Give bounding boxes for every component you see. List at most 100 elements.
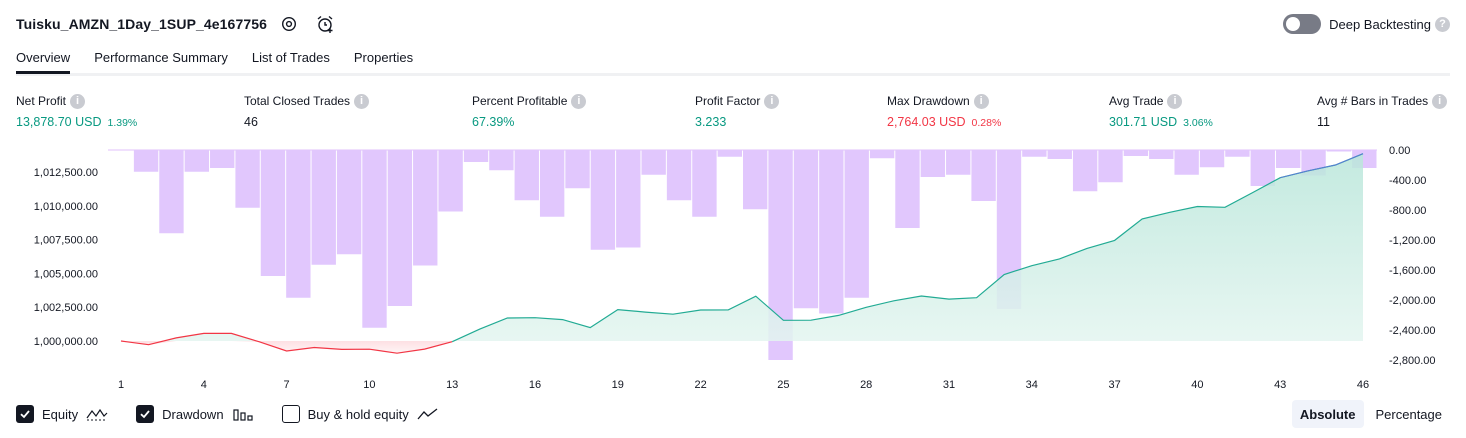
toggle-knob [1286,17,1301,31]
legend-label: Drawdown [162,406,224,422]
drawdown-bar [514,150,539,201]
tab-properties[interactable]: Properties [354,46,413,74]
drawdown-bar [1275,150,1301,168]
metric-label: Total Closed Trades i [244,93,370,109]
x-axis-tick: 25 [777,379,789,391]
info-icon[interactable]: i [70,93,86,109]
drawdown-bar [616,150,641,248]
deep-backtesting-label: Deep Backtesting [1329,16,1431,32]
chart-legend: Equity Drawdown Buy & hold equity [16,402,467,426]
x-axis-tick: 40 [1191,379,1203,391]
metric-label: Avg Trade i [1109,93,1213,109]
legend-drawdown[interactable]: Drawdown [136,405,253,423]
drawdown-bar [539,150,565,217]
legend-label: Equity [42,406,79,422]
drawdown-bar [413,150,438,266]
right-axis-tick: -1,600.00 [1389,265,1435,277]
metric-label: Max Drawdown i [887,93,1001,109]
legend-buy-hold-equity[interactable]: Buy & hold equity [281,405,439,423]
drawdown-bar [869,150,895,159]
right-axis-tick: -1,200.00 [1389,235,1435,247]
deep-backtesting-toggle[interactable] [1283,14,1322,34]
tab-overview[interactable]: Overview [16,46,71,74]
x-axis-tick: 16 [529,379,541,391]
metric-value: 13,878.70 USD 1.39% [16,115,138,129]
drawdown-bar [844,150,869,298]
drawdown-bar [793,150,819,309]
drawdown-bar [159,150,184,234]
legend-equity[interactable]: Equity [16,405,108,423]
info-icon[interactable]: i [571,93,587,109]
left-axis-tick: 1,005,000.00 [34,268,98,280]
metric-percent: 0.28% [971,117,1002,129]
legend-label: Buy & hold equity [307,406,409,422]
info-icon[interactable]: i [1167,93,1183,109]
metric-avg-trade: Avg Trade i 301.71 USD 3.06% [1109,93,1213,129]
info-icon[interactable]: i [764,93,780,109]
x-axis-tick: 4 [201,379,207,391]
left-axis-tick: 1,007,500.00 [34,235,98,247]
drawdown-bar [819,150,844,314]
buy-hold-checkbox[interactable] [281,405,300,423]
equity-drawdown-chart[interactable]: 1,012,500.00 1,010,000.00 1,007,500.00 1,00… [0,140,1466,395]
left-axis-tick: 1,000,000.00 [34,336,98,348]
drawdown-bar [946,150,971,175]
drawdown-checkbox[interactable] [136,405,155,423]
drawdown-bar [260,150,286,276]
drawdown-bar [1225,150,1250,157]
metric-value: 3.233 [695,115,727,129]
left-axis-tick: 1,010,000.00 [34,201,98,213]
x-axis-tick: 31 [943,379,955,391]
drawdown-bar [565,150,590,189]
drawdown-bar [717,150,742,157]
drawdown-bar [210,150,235,168]
drawdown-bar [311,150,336,265]
left-axis-tick: 1,002,500.00 [34,302,98,314]
metric-avg-bars-in-trades: Avg # Bars in Trades i 11 [1317,93,1448,129]
info-icon[interactable]: i [1432,93,1448,109]
absolute-button[interactable]: Absolute [1291,400,1364,428]
drawdown-bar [895,150,920,228]
metric-value: 11 [1317,115,1330,129]
value-mode-switch: Absolute Percentage [1288,400,1450,428]
drawdown-bar [666,150,692,201]
x-axis-tick: 28 [860,379,872,391]
metric-percent-profitable: Percent Profitable i 67.39% [472,93,587,129]
drawdown-bar [1174,150,1199,175]
metric-value: 2,764.03 USD 0.28% [887,115,1002,129]
metric-profit-factor: Profit Factor i 3.233 [695,93,780,129]
drawdown-bar [1149,150,1174,159]
right-axis-tick: -2,400.00 [1389,325,1435,337]
settings-gear-icon[interactable] [275,10,303,38]
drawdown-bar [1123,150,1149,156]
metric-label: Avg # Bars in Trades i [1317,93,1448,109]
drawdown-bar [438,150,463,212]
x-axis-tick: 1 [118,379,124,391]
equity-checkbox[interactable] [16,405,34,423]
tab-list-of-trades[interactable]: List of Trades [252,46,330,74]
help-icon[interactable]: ? [1435,16,1450,32]
tab-bar: Overview Performance Summary List of Tra… [16,46,437,76]
drawdown-bar [1098,150,1123,183]
tab-performance-summary[interactable]: Performance Summary [94,46,228,74]
x-axis-tick: 34 [1026,379,1038,391]
drawdown-bar [184,150,210,172]
drawdown-bar [1326,150,1352,152]
metric-value: 46 [244,115,258,129]
info-icon[interactable]: i [354,93,370,109]
strategy-title: Tuisku_AMZN_1Day_1SUP_4e167756 [16,16,267,32]
x-axis-tick: 13 [446,379,458,391]
drawdown-bar [971,150,996,201]
info-icon[interactable]: i [973,93,989,109]
x-axis-tick: 43 [1274,379,1286,391]
metric-net-profit: Net Profit i 13,878.70 USD 1.39% [16,93,137,129]
drawdown-bar [489,150,514,171]
header: Tuisku_AMZN_1Day_1SUP_4e167756 [16,10,339,38]
drawdown-bar [1047,150,1072,159]
drawdown-bar [463,150,489,162]
percentage-button[interactable]: Percentage [1368,400,1451,428]
alarm-clock-add-icon[interactable] [311,10,339,38]
right-axis-tick: -800.00 [1389,205,1426,217]
x-axis-tick: 37 [1108,379,1120,391]
metric-value: 67.39% [472,115,515,129]
